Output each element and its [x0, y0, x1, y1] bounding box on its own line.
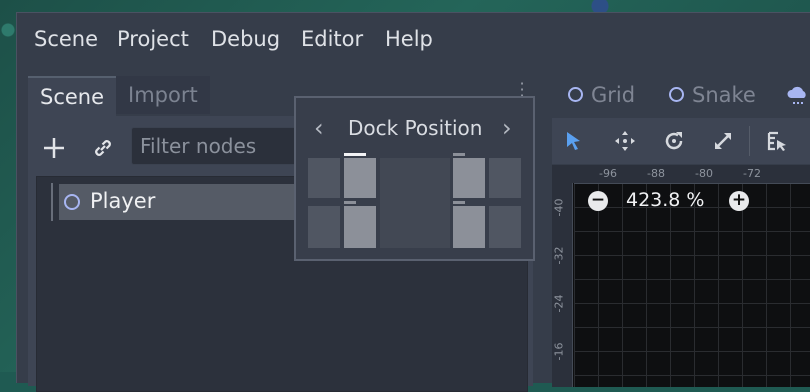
- menu-project[interactable]: Project: [117, 27, 189, 51]
- ruler-corner: [552, 165, 574, 183]
- dock-slot-right-bl[interactable]: [453, 201, 485, 248]
- ruler-tick-label: -72: [743, 167, 761, 180]
- canvas-grid: [574, 183, 810, 387]
- ruler-tick-label: -88: [647, 167, 665, 180]
- dock-position-popup: ‹ Dock Position ›: [294, 96, 535, 261]
- toolbar-separator: [749, 126, 750, 156]
- ring-icon: [568, 86, 583, 102]
- menu-help[interactable]: Help: [385, 27, 433, 51]
- viewport-area: Grid Snake -96 -88 -80 -72 -40 -32 -24 -…: [552, 76, 810, 387]
- ruler-tick-label: -80: [695, 167, 713, 180]
- cursor-arrow-icon: [567, 132, 580, 150]
- dock-slot-right-ur[interactable]: [489, 158, 521, 198]
- dock-slot-left-ur[interactable]: [344, 153, 376, 198]
- chevron-left-icon[interactable]: ‹: [314, 114, 324, 142]
- cloud-icon: [787, 86, 806, 104]
- tab-overflow[interactable]: [774, 76, 810, 116]
- tab-scene[interactable]: Scene: [28, 76, 117, 116]
- node2d-ring-icon: [64, 194, 80, 210]
- zoom-level[interactable]: 423.8 %: [626, 189, 705, 211]
- scale-tool-button[interactable]: [706, 124, 740, 158]
- add-node-button[interactable]: [36, 130, 72, 166]
- link-icon: [95, 140, 111, 156]
- viewport-toolbar: [552, 118, 810, 164]
- scale-arrows-icon: [715, 133, 731, 149]
- move-arrows-icon: [615, 131, 635, 151]
- tree-root-line: [51, 183, 53, 221]
- current-slot-marker: [344, 153, 366, 156]
- ruler-tick-label: -40: [552, 198, 566, 217]
- list-select-tool-button[interactable]: [760, 124, 794, 158]
- popup-title: Dock Position: [348, 116, 483, 140]
- tab-grid-label: Grid: [591, 83, 636, 107]
- menu-editor[interactable]: Editor: [301, 27, 363, 51]
- tree-item-label: Player: [90, 189, 156, 213]
- ruler-tick-label: -96: [599, 167, 617, 180]
- slot-marker: [344, 201, 356, 204]
- menu-scene[interactable]: Scene: [34, 27, 98, 51]
- slot-marker: [453, 201, 465, 204]
- list-select-icon: [767, 131, 786, 151]
- move-tool-button[interactable]: [608, 124, 642, 158]
- dock-slot-right-br[interactable]: [489, 206, 521, 248]
- dock-slot-left-bl[interactable]: [308, 206, 340, 248]
- zoom-in-button[interactable]: +: [729, 191, 749, 211]
- viewport-canvas[interactable]: -96 -88 -80 -72 -40 -32 -24 -16 − 423.8 …: [552, 165, 810, 387]
- tab-snake[interactable]: Snake: [653, 76, 769, 116]
- dock-slot-center: [380, 158, 450, 248]
- dock-slot-left-br[interactable]: [344, 201, 376, 248]
- chevron-right-icon[interactable]: ›: [502, 114, 512, 142]
- ruler-tick-label: -32: [552, 246, 566, 265]
- tab-snake-label: Snake: [692, 83, 756, 107]
- tab-grid[interactable]: Grid: [552, 76, 648, 116]
- dock-slot-left-ul[interactable]: [308, 158, 340, 198]
- plus-icon: [44, 138, 64, 158]
- ruler-tick-label: -24: [552, 294, 566, 313]
- rotate-tool-button[interactable]: [657, 124, 691, 158]
- tree-item-player[interactable]: Player: [59, 184, 309, 220]
- ruler-tick-label: -16: [552, 342, 566, 361]
- ruler-horizontal: -96 -88 -80 -72: [574, 165, 810, 184]
- ring-icon: [669, 86, 684, 102]
- rotate-icon: [665, 132, 683, 150]
- menu-bar: Scene Project Debug Editor Help: [17, 13, 810, 69]
- instance-scene-button[interactable]: [85, 130, 121, 166]
- dock-slot-right-ul[interactable]: [453, 153, 485, 198]
- slot-marker: [453, 153, 465, 156]
- tab-import[interactable]: Import: [116, 76, 210, 114]
- zoom-out-button[interactable]: −: [588, 191, 608, 211]
- select-tool-button[interactable]: [557, 124, 591, 158]
- menu-debug[interactable]: Debug: [211, 27, 280, 51]
- ruler-vertical: -40 -32 -24 -16: [552, 183, 573, 387]
